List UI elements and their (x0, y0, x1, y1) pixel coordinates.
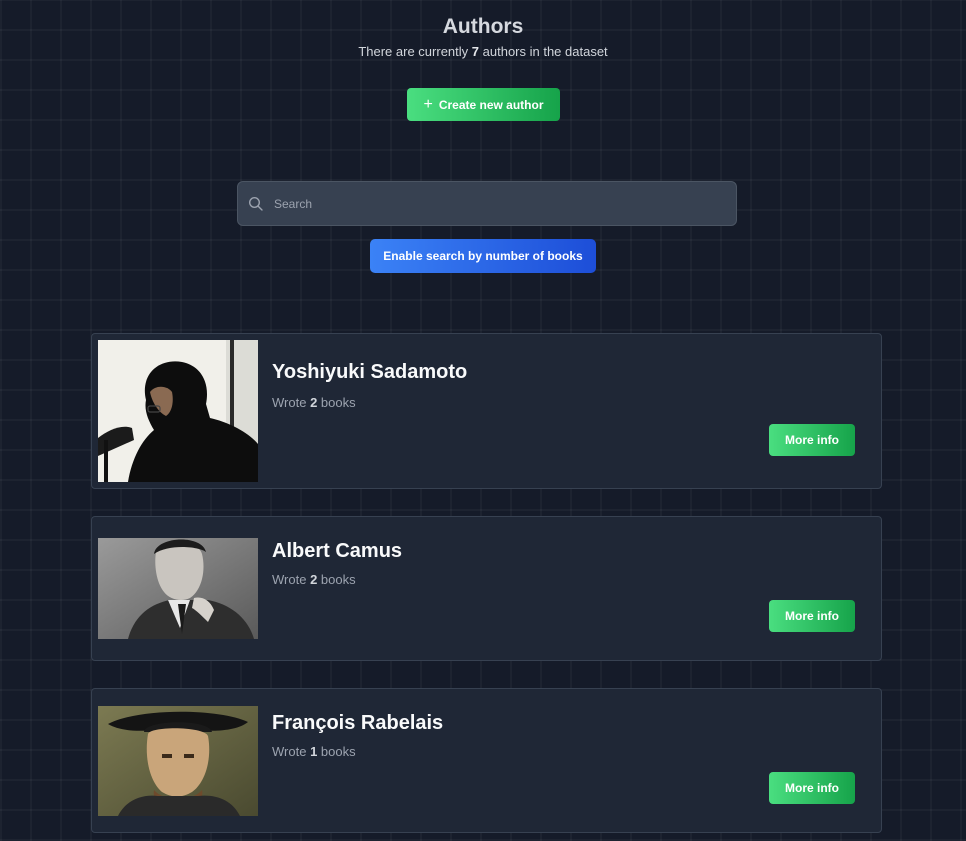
author-name: Albert Camus (272, 540, 403, 562)
plus-icon: + (423, 95, 433, 113)
books-suffix: books (320, 572, 356, 587)
enable-book-count-search-button[interactable]: Enable search by number of books (370, 239, 596, 273)
author-photo (98, 340, 258, 482)
author-card: Albert Camus Wrote 2 books More info (91, 516, 882, 661)
books-count: 2 (310, 395, 318, 410)
author-name: François Rabelais (272, 712, 444, 734)
books-count: 2 (310, 572, 318, 587)
author-count: 7 (471, 44, 480, 59)
author-book-count: Wrote 2 books (272, 572, 356, 588)
create-new-author-button[interactable]: + Create new author (407, 88, 560, 121)
page-title: Authors (442, 15, 524, 38)
subtitle-prefix: There are currently (358, 44, 469, 59)
search-icon (248, 196, 264, 212)
page-header: Authors There are currently 7 authors in… (0, 14, 966, 61)
more-info-button[interactable]: More info (769, 600, 855, 632)
books-count: 1 (310, 744, 318, 759)
author-photo (98, 706, 258, 816)
author-card: Yoshiyuki Sadamoto Wrote 2 books More in… (91, 333, 882, 489)
author-card: François Rabelais Wrote 1 books More inf… (91, 688, 882, 833)
books-prefix: Wrote (272, 572, 307, 587)
author-photo (98, 538, 258, 639)
books-prefix: Wrote (272, 395, 307, 410)
books-suffix: books (320, 744, 356, 759)
author-count-subtitle: There are currently 7 authors in the dat… (0, 43, 966, 61)
books-suffix: books (320, 395, 356, 410)
search-box[interactable] (237, 181, 737, 226)
create-new-author-label: Create new author (438, 97, 544, 112)
more-info-button[interactable]: More info (769, 772, 855, 804)
books-prefix: Wrote (272, 744, 307, 759)
author-name: Yoshiyuki Sadamoto (272, 361, 468, 383)
more-info-button[interactable]: More info (769, 424, 855, 456)
subtitle-suffix: authors in the dataset (482, 44, 608, 59)
author-book-count: Wrote 2 books (272, 395, 356, 411)
author-book-count: Wrote 1 books (272, 744, 356, 760)
search-input[interactable] (272, 195, 716, 212)
